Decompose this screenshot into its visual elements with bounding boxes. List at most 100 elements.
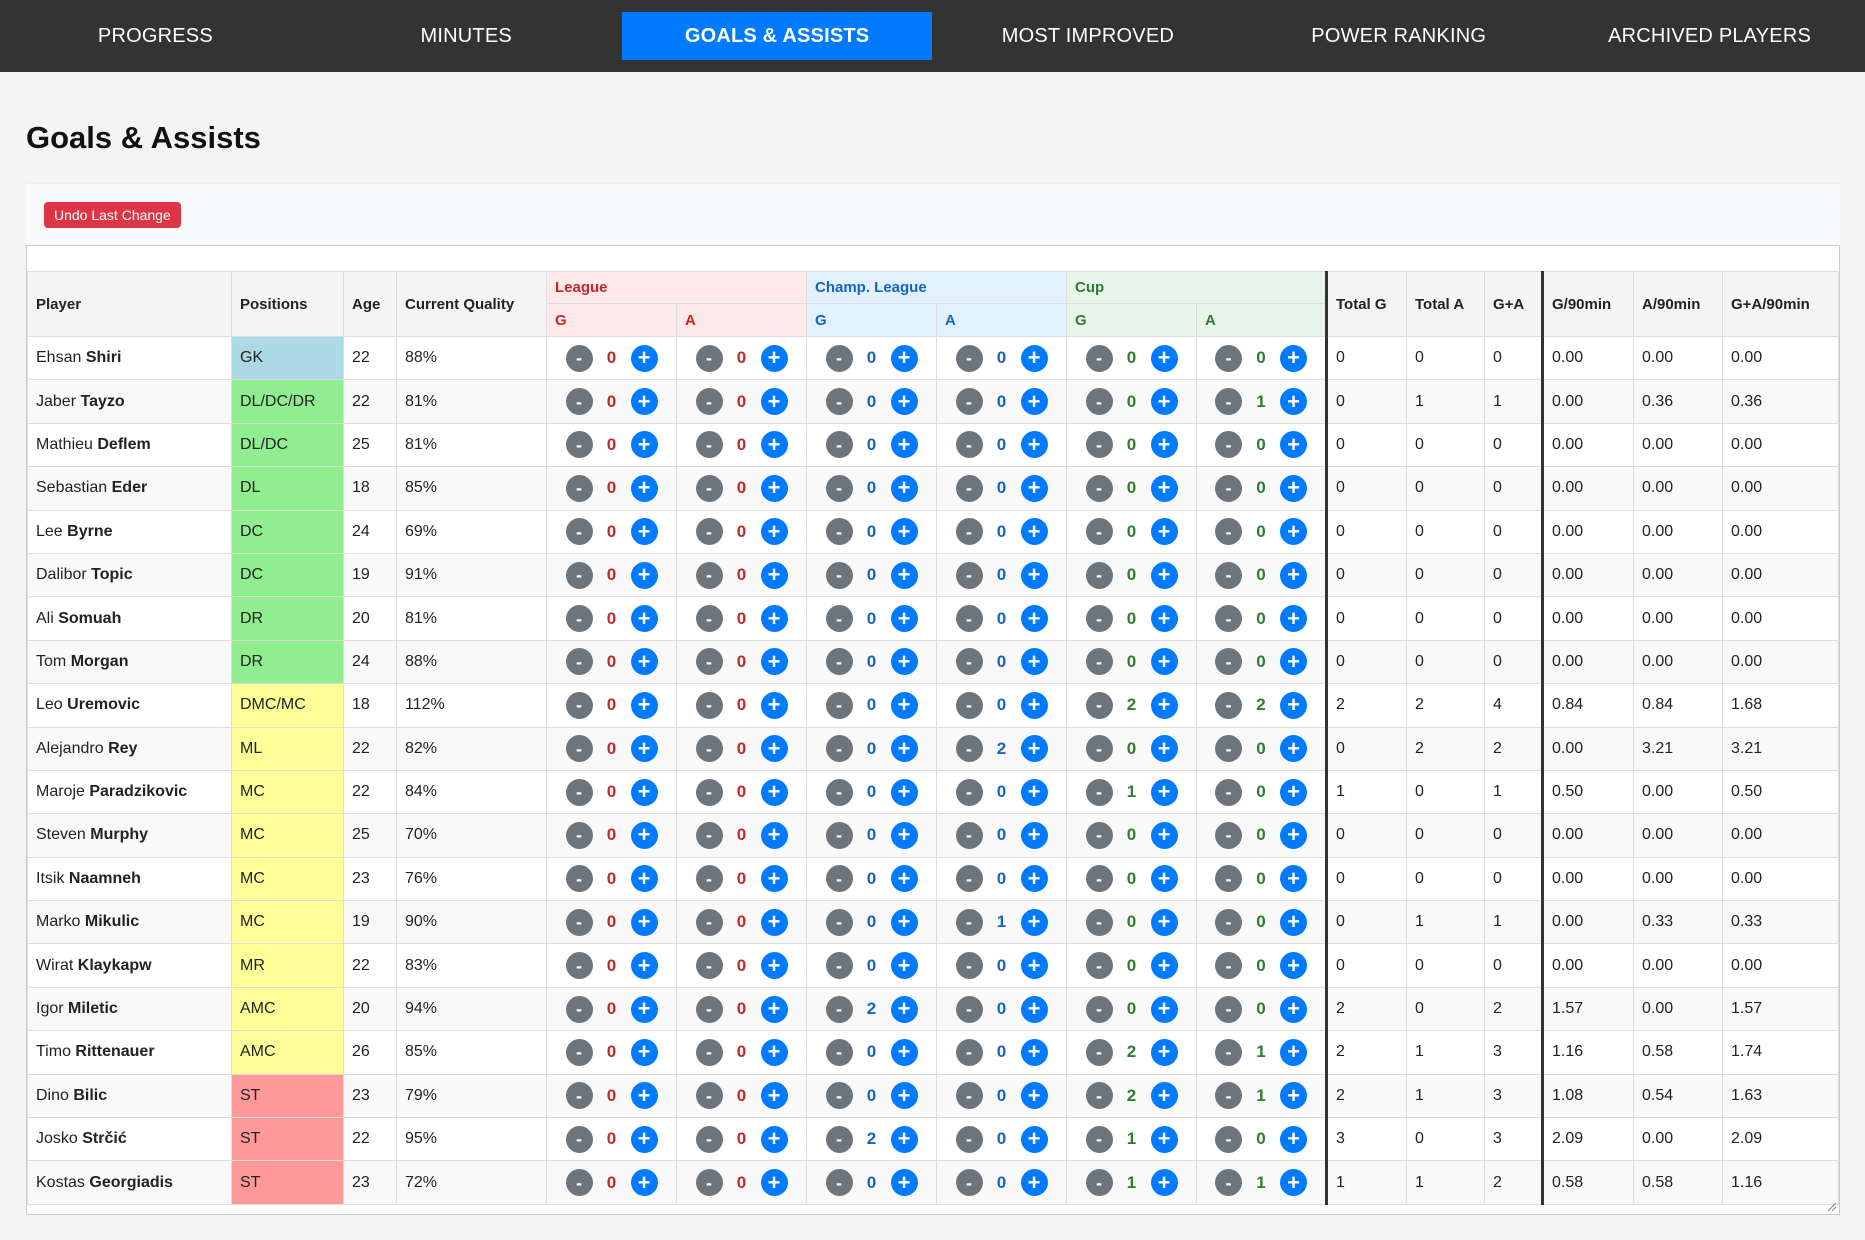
cl-assists-decrement-button[interactable]: - [955, 561, 983, 589]
league-goals-decrement-button[interactable]: - [565, 995, 593, 1023]
league-goals-increment-button[interactable]: + [630, 952, 658, 980]
league-goals-decrement-button[interactable]: - [565, 605, 593, 633]
header-positions[interactable]: Positions [231, 271, 344, 337]
cl-assists-decrement-button[interactable]: - [955, 735, 983, 763]
league-assists-increment-button[interactable]: + [760, 691, 788, 719]
league-assists-increment-button[interactable]: + [760, 735, 788, 763]
cup-assists-decrement-button[interactable]: - [1215, 735, 1242, 763]
league-goals-increment-button[interactable]: + [630, 908, 658, 936]
cl-goals-increment-button[interactable]: + [890, 474, 918, 502]
league-goals-increment-button[interactable]: + [630, 995, 658, 1023]
league-assists-decrement-button[interactable]: - [695, 431, 723, 459]
cup-goals-decrement-button[interactable]: - [1085, 1169, 1113, 1197]
league-assists-decrement-button[interactable]: - [695, 561, 723, 589]
cup-assists-increment-button[interactable]: + [1280, 1169, 1307, 1197]
cl-goals-decrement-button[interactable]: - [825, 778, 853, 806]
cup-goals-increment-button[interactable]: + [1150, 1038, 1178, 1066]
cup-assists-increment-button[interactable]: + [1280, 735, 1307, 763]
nav-tab-goals-assists[interactable]: GOALS & ASSISTS [621, 12, 933, 60]
cl-goals-decrement-button[interactable]: - [825, 1125, 853, 1153]
league-goals-increment-button[interactable]: + [630, 778, 658, 806]
cl-assists-increment-button[interactable]: + [1020, 648, 1048, 676]
cl-goals-decrement-button[interactable]: - [825, 1169, 853, 1197]
cl-goals-increment-button[interactable]: + [890, 388, 918, 416]
cl-goals-increment-button[interactable]: + [890, 431, 918, 459]
cl-assists-decrement-button[interactable]: - [955, 952, 983, 980]
league-goals-increment-button[interactable]: + [630, 648, 658, 676]
cl-goals-increment-button[interactable]: + [890, 995, 918, 1023]
cup-goals-increment-button[interactable]: + [1150, 865, 1178, 893]
cl-assists-increment-button[interactable]: + [1020, 605, 1048, 633]
cup-assists-increment-button[interactable]: + [1280, 344, 1307, 372]
league-goals-increment-button[interactable]: + [630, 474, 658, 502]
cup-goals-increment-button[interactable]: + [1150, 431, 1178, 459]
league-goals-increment-button[interactable]: + [630, 865, 658, 893]
cl-goals-decrement-button[interactable]: - [825, 561, 853, 589]
cup-goals-decrement-button[interactable]: - [1085, 952, 1113, 980]
cl-assists-decrement-button[interactable]: - [955, 865, 983, 893]
cup-assists-increment-button[interactable]: + [1280, 995, 1307, 1023]
league-assists-increment-button[interactable]: + [760, 388, 788, 416]
cl-goals-increment-button[interactable]: + [890, 648, 918, 676]
cl-assists-decrement-button[interactable]: - [955, 691, 983, 719]
league-assists-increment-button[interactable]: + [760, 1082, 788, 1110]
cl-assists-increment-button[interactable]: + [1020, 388, 1048, 416]
cl-assists-increment-button[interactable]: + [1020, 821, 1048, 849]
header-g-plus-a[interactable]: G+A [1484, 271, 1543, 337]
cl-assists-decrement-button[interactable]: - [955, 1038, 983, 1066]
nav-tab-progress[interactable]: PROGRESS [0, 12, 311, 60]
league-goals-decrement-button[interactable]: - [565, 821, 593, 849]
league-assists-decrement-button[interactable]: - [695, 518, 723, 546]
league-goals-increment-button[interactable]: + [630, 518, 658, 546]
league-assists-increment-button[interactable]: + [760, 1169, 788, 1197]
cup-assists-increment-button[interactable]: + [1280, 821, 1307, 849]
cup-goals-increment-button[interactable]: + [1150, 821, 1178, 849]
cl-goals-increment-button[interactable]: + [890, 865, 918, 893]
cl-assists-decrement-button[interactable]: - [955, 1169, 983, 1197]
cl-goals-decrement-button[interactable]: - [825, 691, 853, 719]
cup-assists-decrement-button[interactable]: - [1215, 1082, 1242, 1110]
cl-assists-increment-button[interactable]: + [1020, 995, 1048, 1023]
league-goals-decrement-button[interactable]: - [565, 691, 593, 719]
league-goals-decrement-button[interactable]: - [565, 1169, 593, 1197]
league-goals-increment-button[interactable]: + [630, 735, 658, 763]
cl-goals-increment-button[interactable]: + [890, 561, 918, 589]
cup-goals-decrement-button[interactable]: - [1085, 821, 1113, 849]
league-assists-increment-button[interactable]: + [760, 1125, 788, 1153]
cl-assists-increment-button[interactable]: + [1020, 908, 1048, 936]
resize-handle-icon[interactable] [1827, 1202, 1837, 1212]
league-assists-decrement-button[interactable]: - [695, 648, 723, 676]
cl-goals-decrement-button[interactable]: - [825, 1038, 853, 1066]
cup-assists-increment-button[interactable]: + [1280, 1125, 1307, 1153]
cup-goals-increment-button[interactable]: + [1150, 735, 1178, 763]
cup-assists-increment-button[interactable]: + [1280, 952, 1307, 980]
league-assists-decrement-button[interactable]: - [695, 952, 723, 980]
cl-goals-increment-button[interactable]: + [890, 908, 918, 936]
cl-goals-decrement-button[interactable]: - [825, 344, 853, 372]
league-assists-increment-button[interactable]: + [760, 952, 788, 980]
league-assists-increment-button[interactable]: + [760, 1038, 788, 1066]
cl-goals-increment-button[interactable]: + [890, 952, 918, 980]
cup-goals-increment-button[interactable]: + [1150, 1169, 1178, 1197]
cl-goals-increment-button[interactable]: + [890, 821, 918, 849]
cl-assists-increment-button[interactable]: + [1020, 431, 1048, 459]
cl-assists-increment-button[interactable]: + [1020, 865, 1048, 893]
cl-goals-decrement-button[interactable]: - [825, 648, 853, 676]
cl-goals-increment-button[interactable]: + [890, 605, 918, 633]
league-goals-decrement-button[interactable]: - [565, 735, 593, 763]
league-goals-increment-button[interactable]: + [630, 561, 658, 589]
league-assists-decrement-button[interactable]: - [695, 735, 723, 763]
cl-assists-decrement-button[interactable]: - [955, 431, 983, 459]
league-assists-decrement-button[interactable]: - [695, 1125, 723, 1153]
league-assists-increment-button[interactable]: + [760, 648, 788, 676]
league-goals-increment-button[interactable]: + [630, 1169, 658, 1197]
league-assists-decrement-button[interactable]: - [695, 995, 723, 1023]
cup-assists-decrement-button[interactable]: - [1215, 561, 1242, 589]
cl-goals-decrement-button[interactable]: - [825, 865, 853, 893]
cup-assists-increment-button[interactable]: + [1280, 648, 1307, 676]
league-goals-increment-button[interactable]: + [630, 344, 658, 372]
league-goals-decrement-button[interactable]: - [565, 778, 593, 806]
cup-assists-decrement-button[interactable]: - [1215, 1169, 1242, 1197]
league-assists-decrement-button[interactable]: - [695, 388, 723, 416]
cup-assists-decrement-button[interactable]: - [1215, 388, 1242, 416]
